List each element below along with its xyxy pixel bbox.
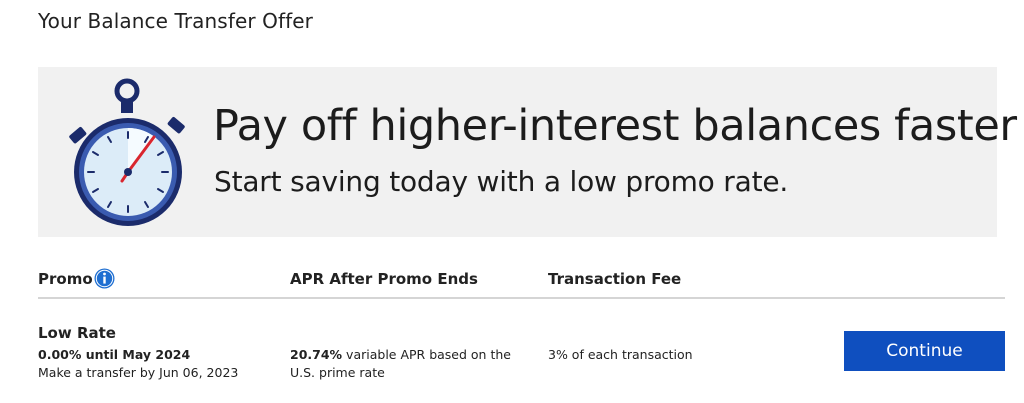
promo-banner: Pay off higher-interest balances faster … (38, 67, 1017, 237)
promo-rate: 0.00% until May 2024 (38, 347, 191, 362)
banner-headline: Pay off higher-interest balances faster (213, 101, 1017, 151)
promo-deadline: Make a transfer by Jun 06, 2023 (38, 365, 239, 380)
offer-name: Low Rate (38, 324, 116, 342)
info-icon[interactable] (94, 268, 115, 289)
continue-button[interactable]: Continue (844, 331, 1005, 371)
column-header-promo: Promo (38, 270, 93, 288)
apr-description: 20.74% variable APR based on the U.S. pr… (290, 346, 530, 382)
table-divider (38, 297, 1005, 299)
apr-text-line2: U.S. prime rate (290, 365, 385, 380)
banner-subheadline: Start saving today with a low promo rate… (214, 165, 789, 198)
apr-text-line1: variable APR based on the (342, 347, 511, 362)
apr-value: 20.74% (290, 347, 343, 362)
stopwatch-icon (69, 78, 185, 226)
transaction-fee: 3% of each transaction (548, 347, 693, 362)
column-header-apr: APR After Promo Ends (290, 270, 478, 288)
column-header-fee: Transaction Fee (548, 270, 682, 288)
page-title: Your Balance Transfer Offer (38, 9, 314, 33)
